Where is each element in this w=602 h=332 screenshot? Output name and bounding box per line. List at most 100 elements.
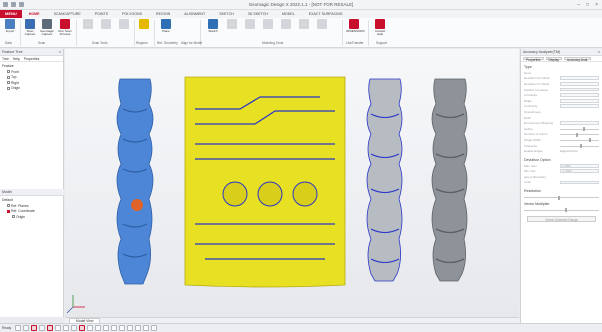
feature-tree: Feature Front Top Right Origin — [0, 62, 63, 94]
scan-process-icon — [60, 19, 70, 29]
status-tool-icon[interactable] — [23, 325, 30, 331]
tab-display[interactable]: Display — [545, 57, 562, 62]
3d-viewport[interactable] — [65, 49, 519, 317]
model-tool-2[interactable] — [242, 19, 258, 30]
scan-capture-button[interactable]: Scan Capture — [22, 19, 38, 37]
scan-tool-3[interactable] — [116, 19, 132, 30]
resolution-slider[interactable] — [524, 194, 599, 200]
gray-mesh-model — [431, 78, 468, 282]
status-tool-icon[interactable] — [79, 325, 86, 331]
model-tool-3[interactable] — [260, 19, 276, 30]
window-controls: – □ × — [577, 2, 598, 8]
tab-polygons[interactable]: POLYGONS — [115, 10, 149, 18]
model-title: Model — [0, 189, 64, 196]
group-modeling-tools: Modeling Tools — [262, 41, 284, 45]
tab-region[interactable]: REGION — [149, 10, 177, 18]
tool-icon — [263, 19, 273, 29]
status-tool-icon[interactable] — [15, 325, 22, 331]
tab-properties[interactable]: Properties — [523, 57, 544, 62]
tab-help[interactable]: Help — [13, 57, 20, 61]
status-tool-icon[interactable] — [143, 325, 150, 331]
plane-button[interactable]: Plane — [158, 19, 174, 33]
close-icon[interactable]: × — [59, 49, 61, 56]
menu-button[interactable]: MENU — [0, 10, 22, 18]
status-tool-icon[interactable] — [95, 325, 102, 331]
status-tool-icon[interactable] — [111, 325, 118, 331]
status-tool-icon[interactable] — [135, 325, 142, 331]
close-icon[interactable]: × — [598, 49, 600, 56]
blue-scan-model — [116, 78, 154, 285]
panel-title: Feature Tree × — [0, 49, 63, 56]
tree-item-model-origin[interactable]: Origin — [2, 215, 62, 221]
status-tool-icon[interactable] — [47, 325, 54, 331]
tab-alignment[interactable]: ALIGNMENT — [177, 10, 212, 18]
feature-tree-panel: Feature Tree × Tree Help Properties Featu… — [0, 49, 64, 317]
model-tool-6[interactable] — [314, 19, 330, 30]
ribbon-tabs: MENU HOME SCANCAPTURE POINTS POLYGONS RE… — [0, 10, 602, 18]
model-tool-4[interactable] — [278, 19, 294, 30]
tool-icon — [101, 19, 111, 29]
ribbon: Import Scan Capture Geomagic Capture Run… — [0, 18, 602, 48]
tab-sketch[interactable]: SKETCH — [212, 10, 241, 18]
sketch-button[interactable]: Sketch — [205, 19, 221, 33]
3dsensors-button[interactable]: 3DSENSORS — [346, 19, 365, 33]
group-scan-tools: Scan Tools — [92, 41, 108, 45]
tool-icon — [83, 19, 93, 29]
tab-3d-sketch[interactable]: 3D SKETCH — [241, 10, 275, 18]
plane-icon — [7, 81, 10, 85]
model-tool-1[interactable] — [224, 19, 240, 30]
tab-points[interactable]: POINTS — [88, 10, 115, 18]
select-range-button[interactable]: Select Selected Range — [527, 216, 596, 223]
coordinate-icon — [7, 209, 10, 213]
tool-icon — [299, 19, 309, 29]
auto-segment-button[interactable] — [136, 19, 152, 30]
import-button[interactable]: Import — [2, 19, 18, 33]
title-bar: Geomagic Design X 2022.1.1 - [NOT FOR RE… — [0, 0, 602, 10]
model-scene — [66, 76, 468, 314]
close-icon[interactable]: × — [595, 2, 598, 8]
status-tool-icon[interactable] — [87, 325, 94, 331]
status-tool-icon[interactable] — [55, 325, 62, 331]
status-tool-icon[interactable] — [63, 325, 70, 331]
status-tool-icon[interactable] — [39, 325, 46, 331]
contact-help-button[interactable]: Contact Help — [372, 19, 388, 37]
geomagic-capture-button[interactable]: Geomagic Capture — [39, 19, 55, 37]
tab-exact-surfacing[interactable]: EXACT SURFACING — [302, 10, 350, 18]
model-tool-5[interactable] — [296, 19, 312, 30]
tab-accuracy-analyzer[interactable]: Accuracy Anal. — [563, 57, 592, 62]
curve-mesh-model — [366, 78, 403, 282]
tool-icon — [119, 19, 129, 29]
help-icon — [375, 19, 385, 29]
scan-icon — [25, 19, 35, 29]
status-tool-icon[interactable] — [119, 325, 126, 331]
accuracy-analyzer-panel: Accuracy Analyzer(TM) × Properties Displa… — [520, 49, 602, 323]
status-tool-icon[interactable] — [151, 325, 158, 331]
deviation-option-section: Deviation Option Max. Dev. 1.0000 Min. De… — [521, 155, 602, 186]
sensor-icon — [349, 19, 359, 29]
status-tool-icon[interactable] — [127, 325, 134, 331]
status-tool-icon[interactable] — [71, 325, 78, 331]
group-regions: Regions — [136, 41, 148, 45]
tree-item-origin[interactable]: Origin — [2, 86, 61, 92]
segment-icon — [139, 19, 149, 29]
group-align: Align for Model — [181, 41, 203, 45]
tab-scancapture[interactable]: SCANCAPTURE — [47, 10, 88, 18]
minimize-icon[interactable]: – — [577, 2, 580, 8]
vector-multiplier-slider[interactable] — [524, 207, 599, 213]
option-edges[interactable]: Enable Edges Edges/Points — [524, 148, 599, 154]
status-bar: Ready — [0, 323, 602, 332]
app-window: { "window": { "title": "Geomagic Design … — [0, 0, 602, 332]
deviation-map-model — [184, 76, 346, 288]
tab-home[interactable]: HOME — [22, 10, 47, 18]
tab-tree[interactable]: Tree — [2, 57, 9, 61]
tab-model[interactable]: MODEL — [275, 10, 302, 18]
scan-tool-2[interactable] — [98, 19, 114, 30]
color-field[interactable]: Color — [524, 180, 599, 186]
scan-tool-1[interactable] — [80, 19, 96, 30]
status-tool-icon[interactable] — [103, 325, 110, 331]
resolution-section: Resolution Vector Multiplier — [521, 186, 602, 213]
run-scan-process-button[interactable]: Run Scan Process — [57, 19, 73, 37]
status-tool-icon[interactable] — [31, 325, 38, 331]
maximize-icon[interactable]: □ — [586, 2, 589, 8]
tab-properties[interactable]: Properties — [24, 57, 39, 61]
